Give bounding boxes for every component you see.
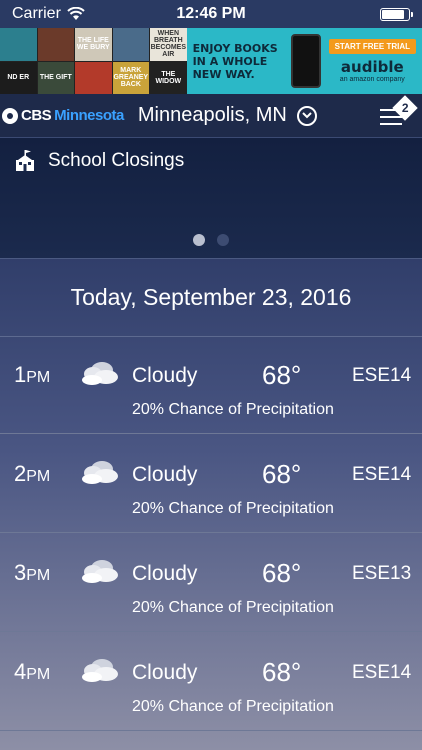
wifi-icon: [67, 7, 85, 20]
hour-value: 1: [14, 362, 27, 387]
menu-button[interactable]: 2: [378, 94, 418, 131]
temperature-label: 68°: [262, 360, 302, 390]
status-bar: Carrier 12:46 PM: [0, 0, 422, 28]
page-dot-active[interactable]: [193, 234, 205, 246]
ad-trial-button[interactable]: START FREE TRIAL: [328, 39, 416, 54]
wind-label: ESE14: [352, 464, 412, 485]
alert-item[interactable]: School Closings: [0, 138, 422, 184]
alert-carousel[interactable]: School Closings: [0, 138, 422, 259]
carrier-label: Carrier: [12, 5, 61, 22]
cloudy-icon: [82, 659, 118, 682]
condition-label: Cloudy: [132, 562, 198, 585]
page-dot[interactable]: [217, 234, 229, 246]
wind-label: ESE14: [352, 662, 412, 683]
book-cover: [75, 61, 112, 94]
book-cover: [112, 28, 150, 61]
logo-city-text: Minnesota: [54, 107, 124, 124]
hour-ampm: PM: [26, 369, 51, 386]
temperature-label: 68°: [262, 459, 302, 489]
precipitation-label: 20% Chance of Precipitation: [132, 401, 334, 418]
precipitation-label: 20% Chance of Precipitation: [132, 599, 334, 616]
location-selector[interactable]: Minneapolis, MN: [138, 104, 317, 127]
logo-cbs-text: CBS: [21, 107, 52, 124]
hour-ampm: PM: [26, 666, 51, 683]
precipitation-label: 20% Chance of Precipitation: [132, 500, 334, 517]
book-cover: THE GIFT: [37, 61, 75, 94]
battery-icon: [380, 7, 413, 21]
hourly-row[interactable]: 4PM Cloudy 68° ESE14 20% Chance of Precipita…: [0, 633, 422, 731]
book-cover: [0, 28, 37, 61]
hour-ampm: PM: [26, 567, 51, 584]
hour-label: 3PM: [14, 560, 50, 586]
condition-label: Cloudy: [132, 463, 198, 486]
hour-value: 3: [14, 560, 27, 585]
cbs-logo: CBS Minnesota: [2, 107, 124, 124]
hour-value: 2: [14, 461, 27, 486]
audible-logo: audible: [340, 58, 404, 76]
hourly-row[interactable]: 2PM Cloudy 68° ESE14 20% Chance of Precipita…: [0, 435, 422, 533]
status-left: Carrier: [12, 5, 85, 23]
book-cover: ND ER: [0, 61, 37, 94]
temperature-label: 68°: [262, 558, 302, 588]
chevron-down-icon[interactable]: [296, 105, 317, 126]
cloudy-icon: [82, 560, 118, 583]
hourly-row[interactable]: 3PM Cloudy 68° ESE13 20% Chance of Precipita…: [0, 534, 422, 632]
hour-label: 1PM: [14, 362, 50, 388]
forecast-date: Today, September 23, 2016: [0, 258, 422, 337]
ad-cta: START FREE TRIAL audible an amazon compa…: [328, 39, 416, 83]
battery-level: [382, 9, 404, 19]
menu-bar-icon: [380, 122, 402, 125]
page-indicator[interactable]: [0, 234, 422, 246]
location-label: Minneapolis, MN: [137, 104, 287, 126]
book-cover: [37, 28, 75, 61]
ad-brand-sub: an amazon company: [339, 76, 405, 83]
book-cover: THE LIFE WE BURY: [75, 28, 112, 61]
book-cover: MARK GREANEY BACK: [112, 61, 150, 94]
condition-label: Cloudy: [132, 661, 198, 684]
book-cover: WHEN BREATH BECOMES AIR: [150, 28, 187, 61]
hourly-row[interactable]: 1PM Cloudy 68° ESE14 20% Chance of Precipita…: [0, 336, 422, 434]
condition-label: Cloudy: [132, 364, 198, 387]
wind-label: ESE13: [352, 563, 412, 584]
school-icon: [16, 150, 34, 171]
ad-banner[interactable]: THE LIFE WE BURY WHEN BREATH BECOMES AIR N…: [0, 28, 422, 94]
phone-image: [290, 34, 321, 88]
menu-bar-icon: [380, 115, 402, 118]
precipitation-label: 20% Chance of Precipitation: [132, 698, 334, 715]
hour-label: 2PM: [14, 461, 50, 487]
cloudy-icon: [82, 362, 118, 385]
book-cover: THE WIDOW: [150, 61, 187, 94]
alert-title: School Closings: [48, 150, 185, 171]
wind-label: ESE14: [352, 365, 412, 386]
ad-slogan: ENJOY BOOKS IN A WHOLE NEW WAY.: [192, 41, 278, 81]
ad-content: ENJOY BOOKS IN A WHOLE NEW WAY. START FR…: [186, 28, 422, 94]
hour-value: 4: [14, 659, 27, 684]
hour-label: 4PM: [14, 659, 50, 685]
app-header: CBS Minnesota Minneapolis, MN 2: [0, 94, 422, 138]
badge-count: 2: [401, 100, 409, 115]
ad-book-covers: THE LIFE WE BURY WHEN BREATH BECOMES AIR N…: [0, 28, 187, 94]
cbs-eye-icon: [2, 107, 18, 124]
cloudy-icon: [82, 461, 118, 484]
temperature-label: 68°: [262, 657, 302, 687]
hour-ampm: PM: [26, 468, 51, 485]
